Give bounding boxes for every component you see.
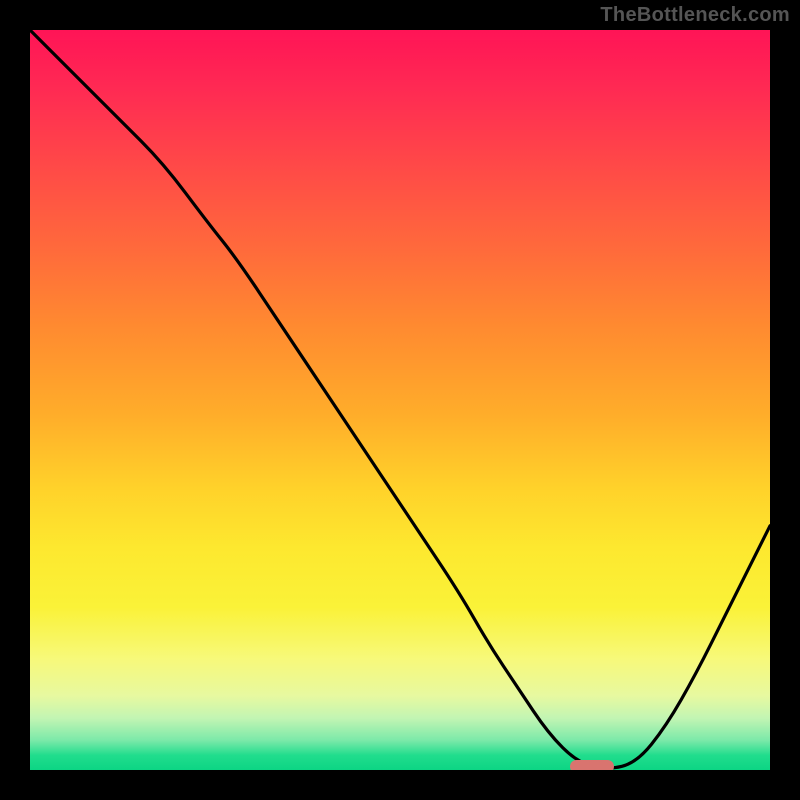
- plot-area: [30, 30, 770, 770]
- watermark-text: TheBottleneck.com: [600, 4, 790, 27]
- optimal-marker: [570, 760, 614, 770]
- bottleneck-curve: [30, 30, 770, 770]
- chart-container: TheBottleneck.com: [0, 0, 800, 800]
